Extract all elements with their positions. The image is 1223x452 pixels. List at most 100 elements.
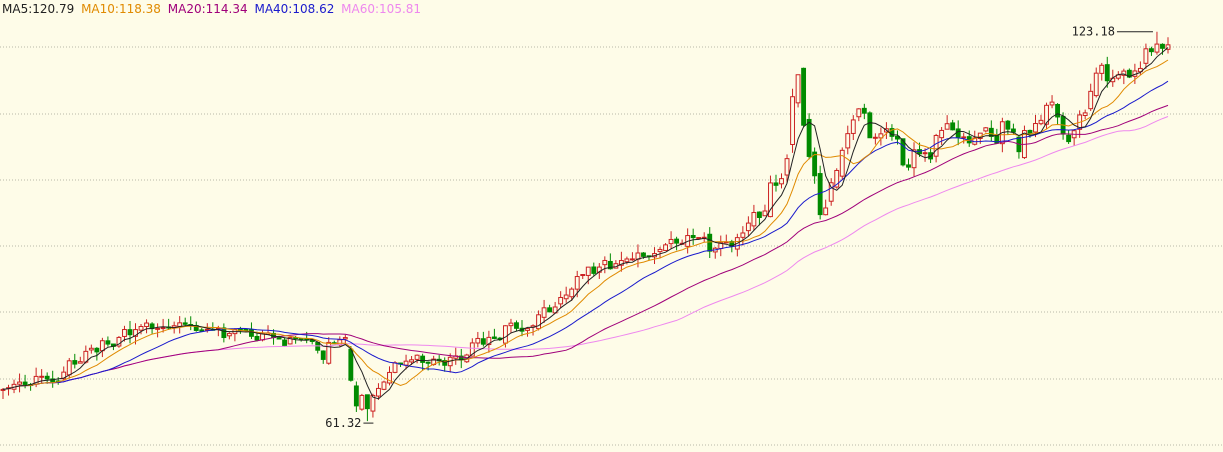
candle-body (22, 381, 28, 385)
candle-body (663, 244, 668, 251)
candle-body (861, 107, 867, 114)
candle-body (585, 266, 591, 276)
grid-lines (0, 46, 1223, 446)
candle-body (276, 337, 282, 340)
candle-body (773, 182, 779, 186)
candle-body (376, 387, 381, 397)
candle-body (856, 108, 862, 118)
candle-body (249, 329, 254, 337)
candle-body (425, 361, 431, 364)
high-label: 123.18 (1072, 25, 1115, 39)
candle-body (420, 355, 426, 363)
candle-body (756, 211, 762, 218)
candle-body (1104, 64, 1110, 82)
candle-body (138, 326, 144, 331)
candlestick-chart: 123.18 61.32 (0, 25, 1223, 446)
candle-body (66, 360, 72, 376)
candle-body (72, 360, 78, 365)
candle-body (182, 322, 188, 325)
candle-body (409, 359, 415, 363)
candle-body (629, 258, 635, 261)
candle-body (950, 122, 956, 131)
candle-body (1082, 112, 1088, 116)
candle-body (508, 322, 514, 327)
candle-body (1093, 72, 1099, 97)
candle-body (872, 136, 878, 139)
candle-body (657, 248, 663, 253)
candle-body (922, 152, 928, 155)
candle-body (348, 348, 354, 381)
candle-body (983, 127, 989, 132)
candle-body (226, 332, 232, 337)
candle-body (480, 338, 486, 345)
candle-body (1033, 123, 1038, 133)
candle-body (99, 340, 105, 352)
candle-body (39, 375, 45, 378)
candle-body (44, 375, 50, 380)
candle-body (817, 173, 823, 216)
candle-body (1154, 43, 1160, 53)
candle-body (359, 394, 365, 410)
candle-body (541, 307, 547, 318)
candle-body (1049, 101, 1055, 106)
candle-body (475, 337, 481, 344)
candle-body (105, 340, 111, 345)
candle-body (503, 325, 508, 344)
candle-body (933, 134, 939, 157)
candle-body (591, 266, 597, 274)
candle-body (392, 362, 398, 373)
candle-body (514, 322, 519, 329)
candle-body (17, 381, 22, 385)
ma-legend: MA5:120.79 MA10:118.38 MA20:114.34 MA40:… (2, 2, 424, 16)
candle-body (602, 259, 608, 266)
candle-body (745, 222, 751, 232)
candle-body (674, 238, 680, 244)
legend-ma60: MA60:105.81 (341, 2, 422, 16)
candle-body (762, 210, 768, 217)
candle-body (707, 233, 713, 252)
candle-body (1088, 90, 1094, 110)
candle-body (944, 123, 950, 130)
candle-body (342, 337, 348, 340)
candle-body (867, 112, 873, 139)
candle-body (690, 234, 696, 239)
legend-ma40: MA40:108.62 (254, 2, 335, 16)
candle-body (850, 119, 856, 134)
candle-body (381, 381, 387, 390)
candle-body (939, 129, 945, 139)
candle-body (320, 350, 326, 360)
candle-body (353, 385, 359, 407)
candle-body (668, 238, 674, 245)
candle-body (364, 394, 370, 410)
candle-body (144, 322, 149, 328)
candle-body (845, 133, 851, 149)
candle-body (94, 347, 100, 353)
legend-ma20: MA20:114.34 (167, 2, 248, 16)
candle-body (298, 338, 304, 341)
candle-body (641, 252, 646, 257)
candle-body (254, 335, 260, 341)
annotations: 123.18 61.32 (325, 25, 1153, 430)
legend-ma5: MA5:120.79 (2, 2, 75, 16)
candle-body (823, 207, 829, 216)
candle-body (122, 329, 127, 337)
ma-line-ma40 (2, 104, 1169, 390)
candle-body (160, 327, 166, 330)
candle-body (580, 274, 586, 277)
candles (0, 31, 1171, 422)
candle-body (558, 296, 564, 305)
candle-body (806, 118, 812, 157)
candle-body (961, 136, 967, 139)
candle-body (624, 258, 630, 263)
candle-body (155, 327, 161, 330)
candle-body (1010, 128, 1016, 133)
candle-body (414, 354, 420, 360)
candle-body (839, 149, 845, 177)
candle-body (547, 307, 553, 313)
candle-body (906, 164, 911, 168)
candle-body (955, 128, 961, 138)
candle-body (1143, 48, 1149, 64)
candle-body (1099, 64, 1105, 74)
candle-body (751, 212, 757, 227)
candle-body (127, 329, 133, 336)
